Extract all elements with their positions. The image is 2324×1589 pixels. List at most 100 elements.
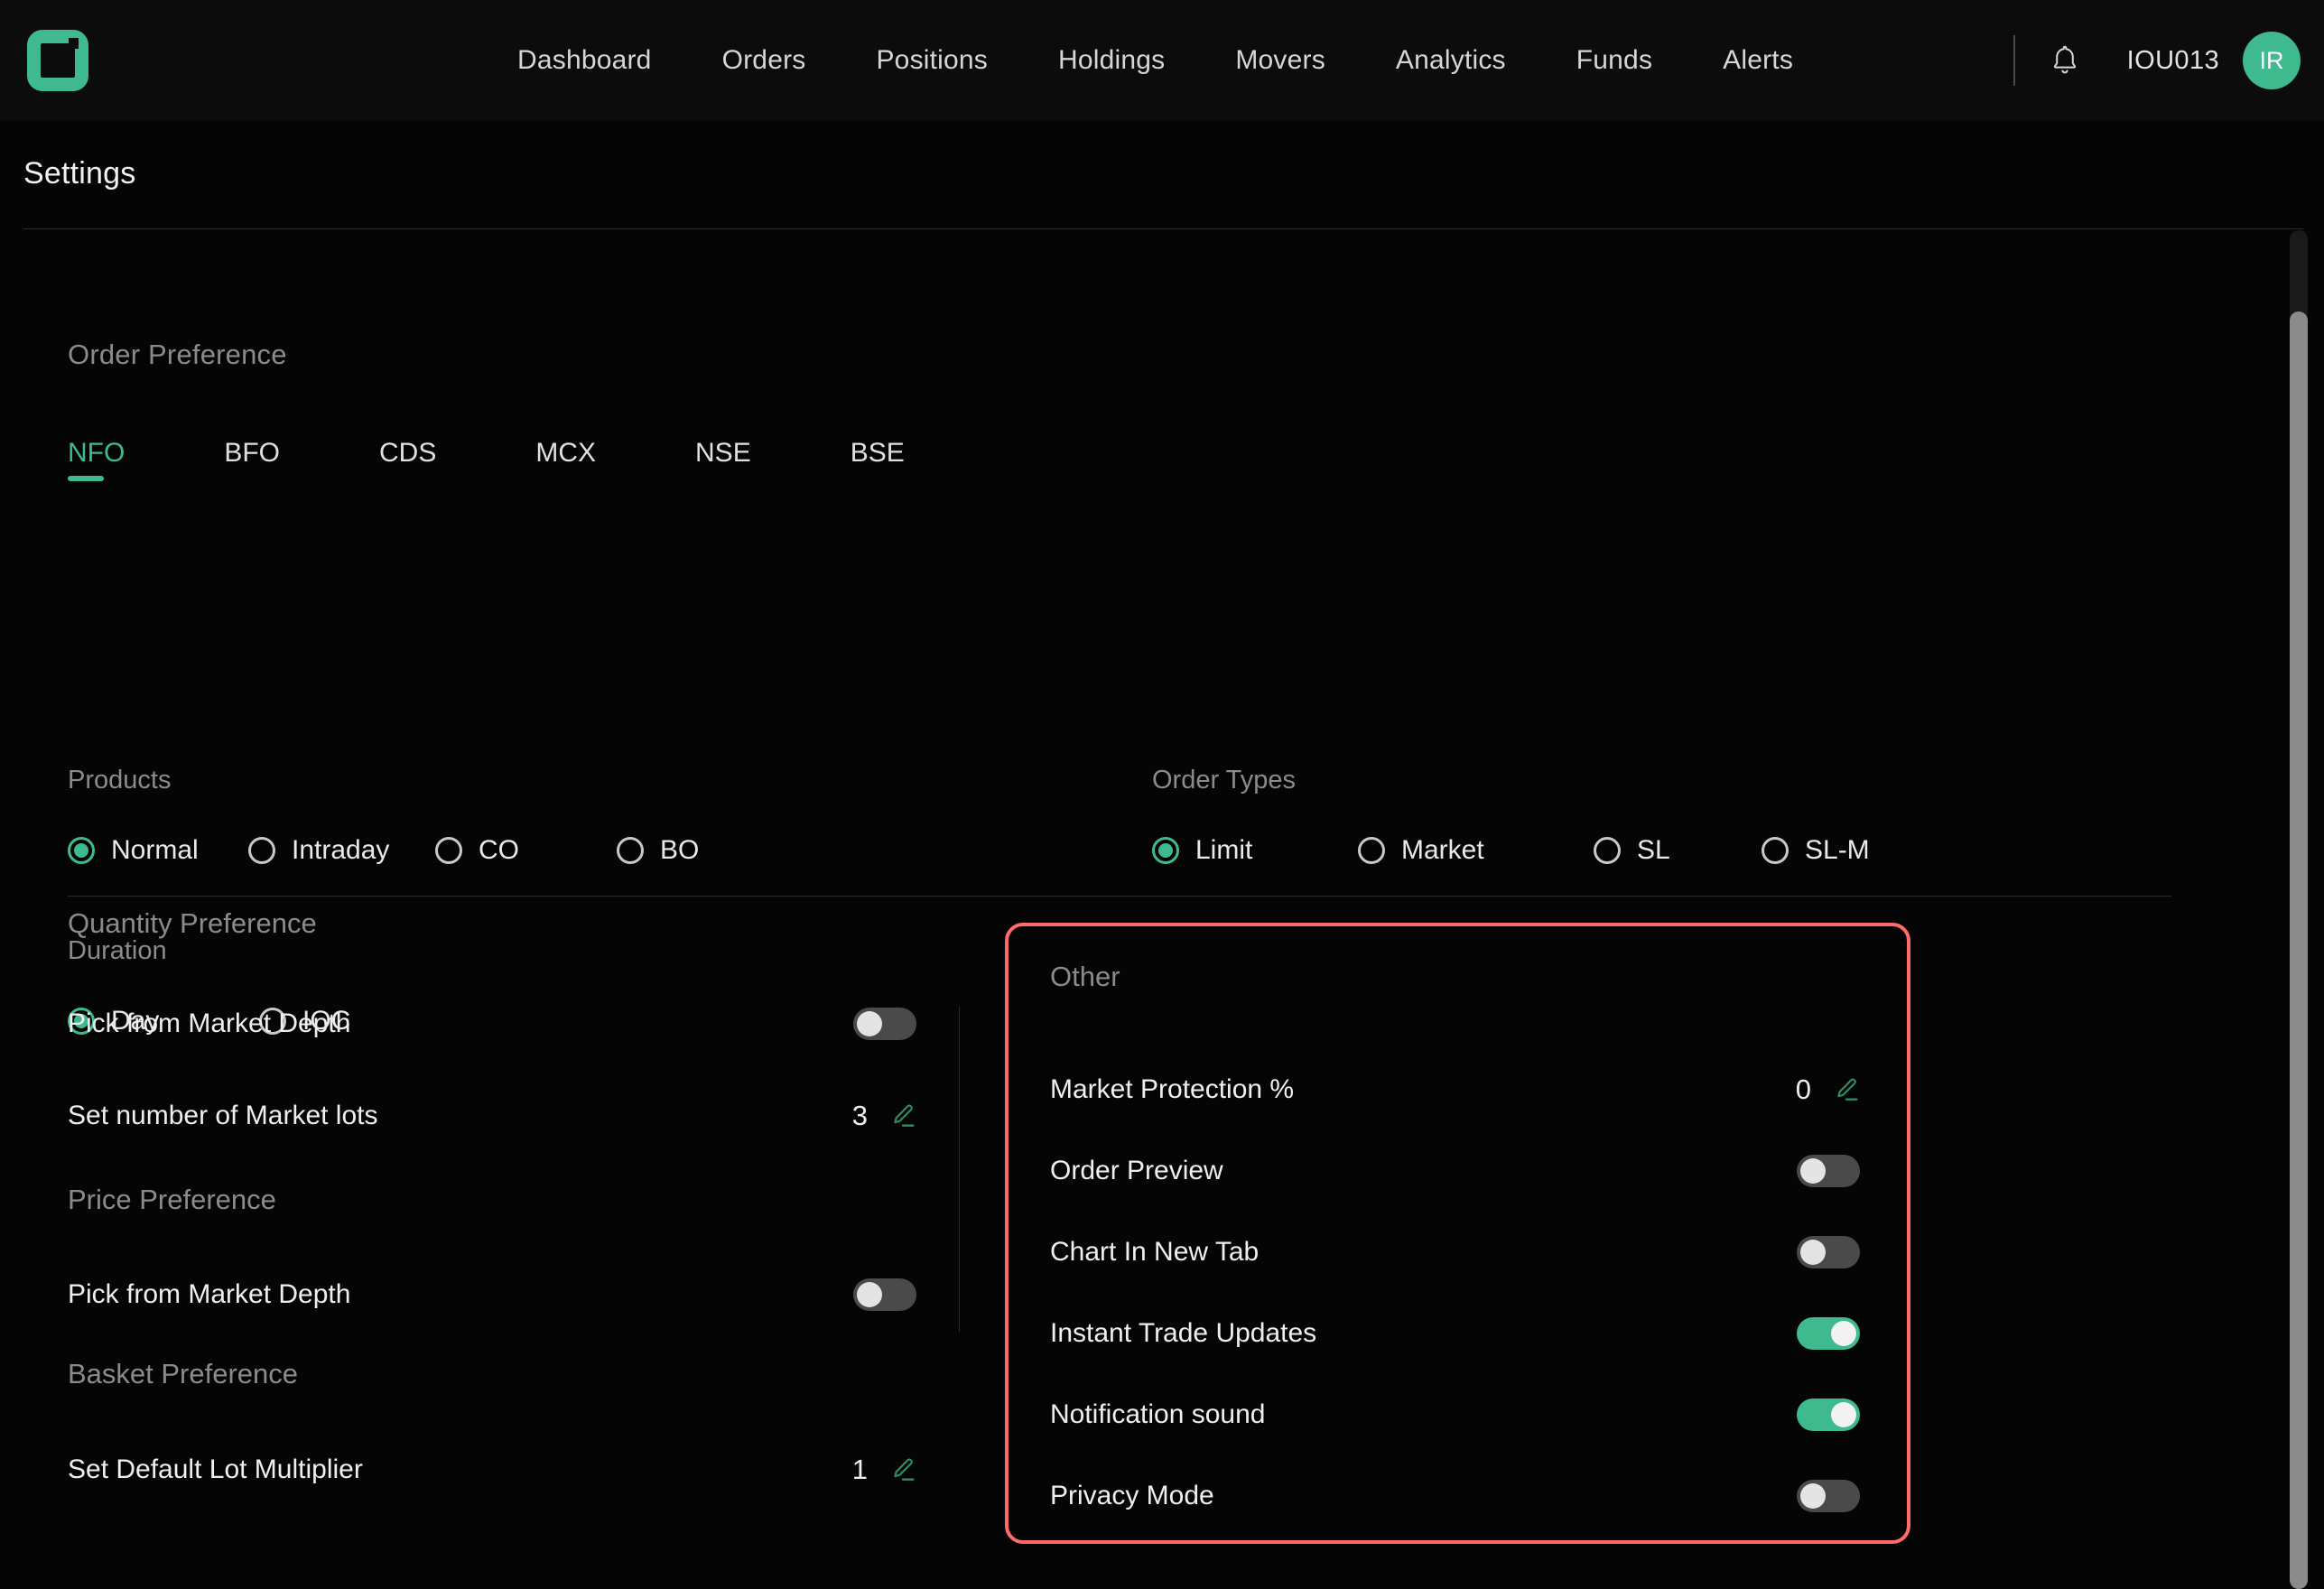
toggle-knob (1800, 1158, 1826, 1184)
row-price-pick-from-market-depth: Pick from Market Depth (68, 1267, 916, 1323)
row-privacy-mode: Privacy Mode (1050, 1455, 1860, 1537)
radio-ordertype-limit[interactable]: Limit (1152, 835, 1358, 866)
radio-product-co[interactable]: CO (435, 835, 617, 866)
radio-label: CO (479, 835, 519, 865)
order-types-radio-row: Limit Market SL SL-M (1152, 835, 1870, 866)
toggle-knob (1831, 1402, 1856, 1427)
pencil-icon[interactable] (889, 1456, 916, 1483)
products-radio-row: Normal Intraday CO BO (68, 835, 699, 866)
tab-bfo[interactable]: BFO (224, 438, 280, 488)
radio-label: Intraday (292, 835, 390, 865)
radio-label: Limit (1195, 835, 1253, 865)
nav-item-alerts[interactable]: Alerts (1687, 45, 1828, 76)
value-market-protection: 0 (1795, 1073, 1811, 1105)
tab-nfo[interactable]: NFO (68, 438, 125, 488)
products-group: Products Normal Intraday CO BO (68, 766, 699, 866)
row-instant-trade-updates: Instant Trade Updates (1050, 1293, 1860, 1374)
pencil-icon[interactable] (889, 1102, 916, 1129)
nav-item-holdings[interactable]: Holdings (1023, 45, 1200, 76)
title-divider (23, 228, 2303, 229)
toggle-knob (857, 1282, 882, 1307)
row-label: Pick from Market Depth (68, 1008, 351, 1038)
radio-dot-icon (68, 837, 95, 864)
tab-bse[interactable]: BSE (851, 438, 905, 488)
section-divider (68, 896, 2171, 897)
row-label: Chart In New Tab (1050, 1237, 1260, 1267)
main-nav: Dashboard Orders Positions Holdings Move… (482, 0, 1828, 121)
toggle-notification-sound[interactable] (1797, 1399, 1860, 1431)
row-control (853, 1008, 916, 1040)
products-title: Products (68, 766, 172, 794)
toggle-price-pick-from-market-depth[interactable] (853, 1278, 916, 1311)
tab-mcx[interactable]: MCX (535, 438, 596, 488)
radio-label: BO (660, 835, 700, 865)
toggle-knob (1800, 1483, 1826, 1509)
order-types-group: Order Types Limit Market SL SL-M (1152, 766, 1870, 866)
tab-nse[interactable]: NSE (695, 438, 751, 488)
value-lot-multiplier: 1 (851, 1454, 868, 1485)
radio-dot-icon (617, 837, 644, 864)
radio-label: SL (1637, 835, 1670, 865)
toggle-knob (1800, 1240, 1826, 1265)
app-logo[interactable] (27, 30, 88, 91)
value-market-lots: 3 (851, 1100, 868, 1131)
logo-notch (69, 38, 79, 49)
radio-dot-icon (1358, 837, 1385, 864)
radio-label: Market (1401, 835, 1484, 865)
nav-item-movers[interactable]: Movers (1200, 45, 1361, 76)
radio-label: SL-M (1805, 835, 1870, 865)
toggle-order-preview[interactable] (1797, 1155, 1860, 1187)
nav-item-positions[interactable]: Positions (841, 45, 1023, 76)
logo-square-icon (27, 30, 88, 91)
radio-product-bo[interactable]: BO (617, 835, 699, 866)
account-id[interactable]: IOU013 (2127, 46, 2219, 76)
row-set-number-of-market-lots: Set number of Market lots 3 (68, 1088, 916, 1144)
nav-item-dashboard[interactable]: Dashboard (482, 45, 687, 76)
row-set-default-lot-multiplier: Set Default Lot Multiplier 1 (68, 1442, 916, 1498)
nav-divider (2013, 35, 2015, 86)
nav-item-orders[interactable]: Orders (687, 45, 841, 76)
row-order-preview: Order Preview (1050, 1130, 1860, 1212)
pencil-icon[interactable] (1833, 1076, 1860, 1103)
left-preferences-column: Quantity Preference Pick from Market Dep… (68, 907, 916, 1498)
tab-cds[interactable]: CDS (379, 438, 436, 488)
radio-dot-icon (1152, 837, 1179, 864)
radio-dot-icon (435, 837, 462, 864)
scrollbar-thumb[interactable] (2290, 311, 2308, 1589)
row-label: Privacy Mode (1050, 1481, 1214, 1510)
quantity-preference-heading: Quantity Preference (68, 907, 317, 939)
basket-preference-heading: Basket Preference (68, 1358, 299, 1389)
other-settings-panel: Other Market Protection % 0 Order Previe… (1005, 923, 1910, 1544)
toggle-privacy-mode[interactable] (1797, 1480, 1860, 1512)
toggle-quantity-pick-from-market-depth[interactable] (853, 1008, 916, 1040)
row-control (853, 1278, 916, 1311)
row-control: 0 (1796, 1073, 1860, 1106)
row-label: Set Default Lot Multiplier (68, 1454, 363, 1484)
row-quantity-pick-from-market-depth: Pick from Market Depth (68, 996, 916, 1052)
nav-item-analytics[interactable]: Analytics (1361, 45, 1541, 76)
toggle-knob (1831, 1321, 1856, 1346)
toggle-knob (857, 1011, 882, 1036)
radio-ordertype-slm[interactable]: SL-M (1762, 835, 1870, 866)
radio-dot-icon (1594, 837, 1621, 864)
radio-ordertype-market[interactable]: Market (1358, 835, 1594, 866)
order-types-title: Order Types (1152, 766, 1297, 794)
toggle-chart-in-new-tab[interactable] (1797, 1236, 1860, 1268)
row-notification-sound: Notification sound (1050, 1374, 1860, 1455)
row-control: 3 (852, 1100, 916, 1132)
top-nav-right-cluster: IOU013 IR (2003, 0, 2301, 121)
radio-dot-icon (1762, 837, 1789, 864)
toggle-instant-trade-updates[interactable] (1797, 1317, 1860, 1350)
bell-icon[interactable] (2050, 43, 2080, 78)
row-label: Notification sound (1050, 1399, 1266, 1429)
page-title: Settings (23, 156, 136, 190)
radio-ordertype-sl[interactable]: SL (1594, 835, 1762, 866)
order-preference-heading: Order Preference (68, 339, 287, 370)
radio-product-intraday[interactable]: Intraday (248, 835, 435, 866)
avatar[interactable]: IR (2243, 32, 2301, 89)
radio-product-normal[interactable]: Normal (68, 835, 248, 866)
nav-item-funds[interactable]: Funds (1541, 45, 1687, 76)
column-divider (959, 1007, 960, 1332)
row-chart-in-new-tab: Chart In New Tab (1050, 1212, 1860, 1293)
row-label: Market Protection % (1050, 1074, 1295, 1104)
